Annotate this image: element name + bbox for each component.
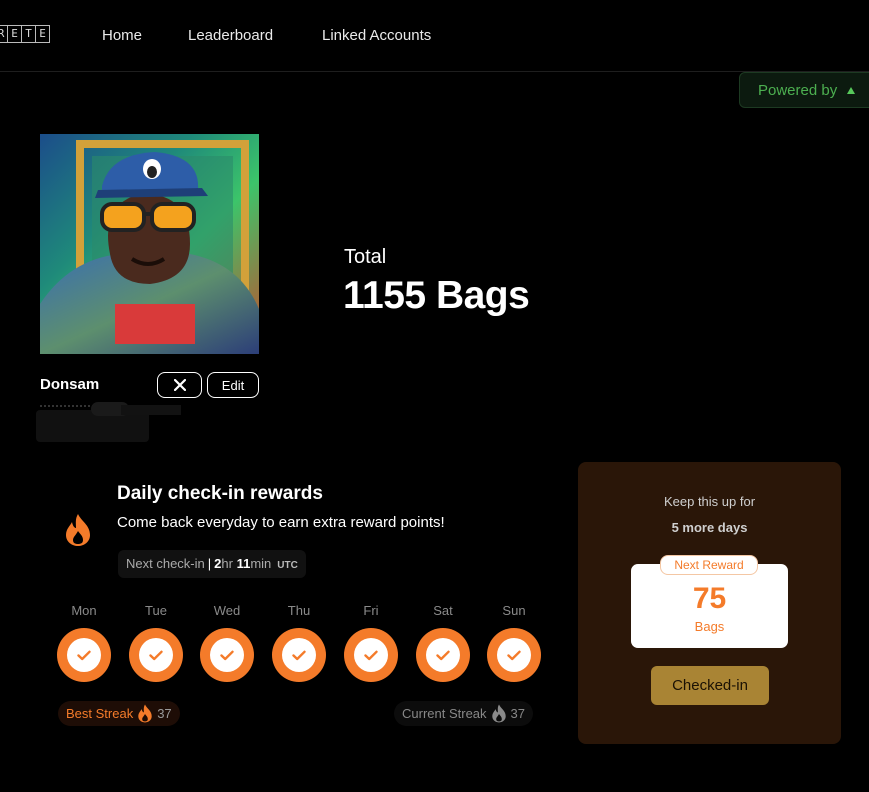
checkin-title: Daily check-in rewards bbox=[117, 483, 323, 504]
username: Donsam bbox=[40, 376, 100, 393]
total-label: Total bbox=[344, 246, 387, 268]
day-label: Wed bbox=[213, 603, 241, 618]
current-streak-value: 37 bbox=[510, 706, 526, 721]
next-checkin-label: Next check-in bbox=[126, 556, 205, 571]
minutes-value: 11 bbox=[236, 556, 251, 571]
edit-profile-button[interactable]: Edit bbox=[207, 372, 259, 398]
day-checked-circle bbox=[487, 628, 541, 682]
day-checked-circle bbox=[200, 628, 254, 682]
day-label: Fri bbox=[363, 603, 379, 618]
day-checked-circle bbox=[416, 628, 470, 682]
day-label: Tue bbox=[145, 603, 167, 618]
day-checked-circle bbox=[57, 628, 111, 682]
more-days-text: 5 more days bbox=[671, 520, 748, 535]
nav-link-linked-accounts[interactable]: Linked Accounts bbox=[322, 27, 431, 44]
close-icon bbox=[173, 379, 186, 391]
day-label: Thu bbox=[287, 603, 311, 618]
logo-letter: T bbox=[22, 25, 36, 43]
separator: | bbox=[207, 556, 212, 571]
check-icon bbox=[282, 638, 316, 672]
next-reward-badge: Next Reward bbox=[660, 555, 758, 575]
minutes-unit: min bbox=[250, 556, 272, 571]
day-checkin-mon: Mon bbox=[57, 603, 111, 682]
best-streak-value: 37 bbox=[157, 706, 172, 721]
fire-icon bbox=[491, 704, 506, 723]
check-icon bbox=[354, 638, 388, 672]
fire-icon bbox=[66, 514, 90, 546]
nav-link-leaderboard[interactable]: Leaderboard bbox=[188, 27, 273, 44]
triangle-logo-icon bbox=[847, 87, 856, 94]
best-streak-label: Best Streak bbox=[66, 706, 134, 721]
fire-icon bbox=[138, 704, 152, 723]
avatar-image bbox=[40, 134, 259, 354]
next-checkin-timer: Next check-in | 2hr 11min UTC bbox=[118, 550, 306, 578]
check-icon bbox=[139, 638, 173, 672]
redacted-wallet-address bbox=[36, 402, 181, 442]
logo-letter: R bbox=[0, 25, 8, 43]
checkin-subtitle: Come back everyday to earn extra reward … bbox=[117, 514, 445, 531]
check-icon bbox=[67, 638, 101, 672]
checked-in-button[interactable]: Checked-in bbox=[651, 666, 769, 705]
day-checked-circle bbox=[129, 628, 183, 682]
day-checkin-sat: Sat bbox=[416, 603, 470, 682]
brand-logo[interactable]: R E T E bbox=[0, 25, 50, 43]
powered-by-badge[interactable]: Powered by bbox=[739, 72, 869, 108]
current-streak-label: Current Streak bbox=[402, 706, 487, 721]
day-checkin-wed: Wed bbox=[200, 603, 254, 682]
check-icon bbox=[210, 638, 244, 672]
day-label: Sun bbox=[502, 603, 526, 618]
day-checkin-fri: Fri bbox=[344, 603, 398, 682]
hours-unit: hr bbox=[221, 556, 233, 571]
check-icon bbox=[497, 638, 531, 672]
next-reward-panel: Keep this up for 5 more days Next Reward… bbox=[578, 462, 841, 744]
logo-letter: E bbox=[8, 25, 22, 43]
next-reward-unit: Bags bbox=[694, 619, 725, 634]
powered-by-label: Powered by bbox=[758, 82, 838, 99]
check-icon bbox=[426, 638, 460, 672]
day-checked-circle bbox=[344, 628, 398, 682]
timezone-label: UTC bbox=[277, 560, 298, 571]
total-value: 1155 Bags bbox=[343, 274, 530, 317]
day-checkin-tue: Tue bbox=[129, 603, 183, 682]
top-navbar: R E T E Home Leaderboard Linked Accounts bbox=[0, 0, 869, 72]
keep-up-text: Keep this up for bbox=[663, 494, 756, 509]
disconnect-button[interactable] bbox=[157, 372, 202, 398]
day-checkin-sun: Sun bbox=[487, 603, 541, 682]
avatar bbox=[40, 134, 259, 354]
nav-link-home[interactable]: Home bbox=[102, 27, 142, 44]
day-checked-circle bbox=[272, 628, 326, 682]
day-checkin-thu: Thu bbox=[272, 603, 326, 682]
best-streak-badge: Best Streak 37 bbox=[58, 701, 180, 726]
logo-letter: E bbox=[36, 25, 50, 43]
day-label: Sat bbox=[433, 603, 453, 618]
next-reward-value: 75 bbox=[692, 582, 727, 615]
day-label: Mon bbox=[71, 603, 97, 618]
current-streak-badge: Current Streak 37 bbox=[394, 701, 534, 726]
